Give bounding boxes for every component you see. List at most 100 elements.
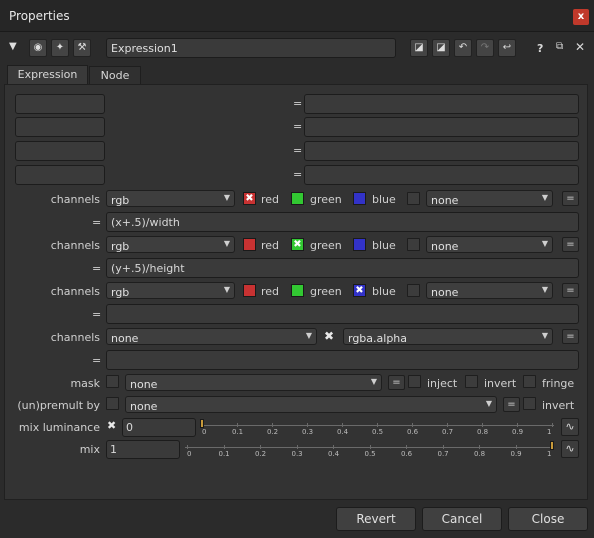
mask-invert-label: invert [484, 377, 517, 390]
temp-expr-1-input[interactable] [304, 94, 579, 114]
green-checkbox[interactable] [291, 192, 304, 205]
mix-luminance-slider-tick-label: 0 [202, 428, 207, 436]
premult-invert-checkbox[interactable] [523, 397, 536, 410]
mask-select[interactable]: none ▼ [125, 374, 382, 391]
green-checkbox[interactable] [291, 284, 304, 297]
extra-channel-checkbox[interactable] [407, 238, 420, 251]
mask-equal-button[interactable]: = [388, 375, 405, 390]
channels-select[interactable]: rgb ▼ [106, 282, 235, 299]
window-close-button[interactable]: x [573, 9, 589, 25]
alpha-channels-select[interactable]: none ▼ [106, 328, 317, 345]
collapse-arrow-icon[interactable]: ▼ [9, 41, 17, 52]
mask-enable-checkbox[interactable] [106, 375, 119, 388]
temp-name-1-input[interactable] [15, 94, 105, 114]
temp-expr-2-input[interactable] [304, 117, 579, 137]
equal-button[interactable]: = [562, 237, 579, 252]
node-toggle-icon[interactable]: ✦ [51, 39, 69, 57]
mix-input[interactable]: 1 [106, 440, 180, 459]
node-name-input[interactable]: Expression1 [106, 38, 396, 58]
expression-1-input[interactable]: (y+.5)/height [106, 258, 579, 278]
temp-expr-3-input[interactable] [304, 141, 579, 161]
alpha-channel-select[interactable]: rgba.alpha ▼ [343, 328, 553, 345]
red-checkbox[interactable] [243, 238, 256, 251]
revert-button[interactable]: Revert [336, 507, 416, 531]
red-checkbox[interactable] [243, 284, 256, 297]
mix-luminance-slider-tick-mark [552, 423, 553, 427]
wrench-icon[interactable]: ⚒ [73, 39, 91, 57]
float-panel-icon[interactable]: ⧉ [556, 41, 563, 52]
color-swatch-2-icon[interactable]: ◪ [432, 39, 450, 57]
premult-select[interactable]: none ▼ [125, 396, 497, 413]
mix-luminance-slider-tick-mark [307, 423, 308, 427]
mix-luminance-slider-tick-label: 1 [547, 428, 552, 436]
extra-channel-checkbox[interactable] [407, 284, 420, 297]
close-panel-icon[interactable]: ✕ [575, 40, 585, 54]
red-label: red [261, 285, 280, 298]
extra-channel-select[interactable]: none ▼ [426, 236, 553, 253]
equals-label: = [293, 97, 303, 110]
red-label: red [261, 239, 280, 252]
mix-slider-tick-label: 0.9 [510, 450, 522, 458]
mask-invert-checkbox[interactable] [465, 375, 478, 388]
mix-slider-handle[interactable] [550, 441, 554, 450]
blue-checkbox[interactable] [353, 238, 366, 251]
blue-checkbox[interactable] [353, 192, 366, 205]
curve-icon: ∿ [565, 442, 575, 455]
premult-equal-button[interactable]: = [503, 397, 520, 412]
blue-label: blue [372, 193, 396, 206]
red-checkbox[interactable]: ✖ [243, 192, 256, 205]
mix-slider-tick-label: 0.5 [364, 450, 376, 458]
mix-luminance-input[interactable]: 0 [122, 418, 196, 437]
temp-name-2-input[interactable] [15, 117, 105, 137]
mix-luminance-slider-tick-mark [272, 423, 273, 427]
temp-expr-4-input[interactable] [304, 165, 579, 185]
viewer-circle-icon[interactable]: ◉ [29, 39, 47, 57]
inject-checkbox[interactable] [408, 375, 421, 388]
equals-label: = [293, 168, 303, 181]
equal-button[interactable]: = [562, 283, 579, 298]
mix-slider[interactable]: 0 0.1 0.2 0.3 0.4 0.5 0.6 0.7 0.8 0.9 1 [185, 441, 558, 459]
close-icon: x [577, 11, 585, 22]
extra-channel-checkbox[interactable] [407, 192, 420, 205]
equal-button[interactable]: = [562, 329, 579, 344]
blue-label: blue [372, 239, 396, 252]
revert-arrow-icon[interactable]: ↩ [498, 39, 516, 57]
tab-node[interactable]: Node [89, 66, 141, 85]
extra-channel-select[interactable]: none ▼ [426, 190, 553, 207]
mix-slider-tick-mark [187, 445, 188, 449]
mix-luminance-slider-handle[interactable] [200, 419, 204, 428]
mix-luminance-slider-tick-label: 0.8 [477, 428, 489, 436]
mix-luminance-slider[interactable]: 0 0.1 0.2 0.3 0.4 0.5 0.6 0.7 0.8 0.9 1 [200, 419, 558, 437]
expression-0-input[interactable]: (x+.5)/width [106, 212, 579, 232]
extra-channel-select[interactable]: none ▼ [426, 282, 553, 299]
blue-checkbox[interactable]: ✖ [353, 284, 366, 297]
mix-slider-tick-mark [406, 445, 407, 449]
channels-select[interactable]: rgb ▼ [106, 190, 235, 207]
mix-luminance-slider-tick-mark [237, 423, 238, 427]
green-checkbox[interactable]: ✖ [291, 238, 304, 251]
help-icon[interactable]: ? [537, 42, 543, 55]
temp-name-3-input[interactable] [15, 141, 105, 161]
alpha-enable-checkbox[interactable]: ✖ [324, 329, 334, 343]
undo-icon[interactable]: ↶ [454, 39, 472, 57]
close-button[interactable]: Close [508, 507, 588, 531]
mix-luminance-slider-tick-mark [342, 423, 343, 427]
equal-button[interactable]: = [562, 191, 579, 206]
premult-enable-checkbox[interactable] [106, 397, 119, 410]
tab-expression[interactable]: Expression [7, 65, 88, 85]
channels-select[interactable]: rgb ▼ [106, 236, 235, 253]
cancel-button[interactable]: Cancel [422, 507, 502, 531]
alpha-expression-input[interactable] [106, 350, 579, 370]
mix-curve-button[interactable]: ∿ [561, 440, 579, 458]
color-swatch-1-icon[interactable]: ◪ [410, 39, 428, 57]
expression-2-input[interactable] [106, 304, 579, 324]
temp-name-4-input[interactable] [15, 165, 105, 185]
fringe-label: fringe [542, 377, 575, 390]
mix-luminance-curve-button[interactable]: ∿ [561, 418, 579, 436]
mix-luminance-enable-checkbox[interactable]: ✖ [107, 419, 116, 432]
mix-slider-tick-label: 1 [547, 450, 552, 458]
fringe-checkbox[interactable] [523, 375, 536, 388]
mix-luminance-slider-tick-mark [482, 423, 483, 427]
mix-slider-tick-mark [333, 445, 334, 449]
redo-icon[interactable]: ↷ [476, 39, 494, 57]
